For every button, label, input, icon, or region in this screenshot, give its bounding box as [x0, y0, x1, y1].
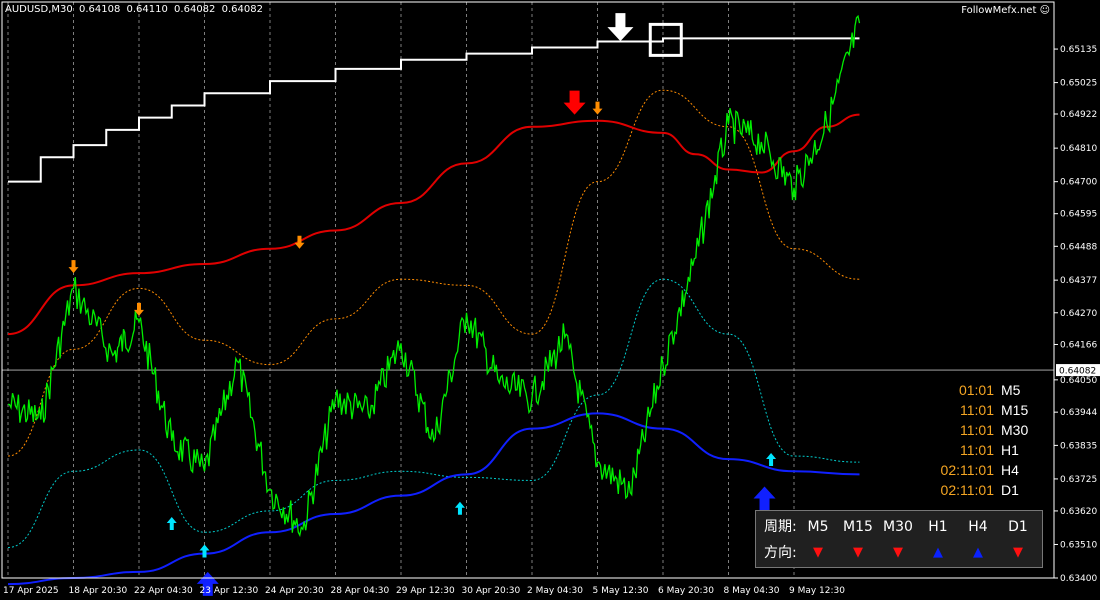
- open-value: 0.64108: [78, 4, 121, 15]
- chart-header: AUDUSD,M30 0.64108 0.64110 0.64082 0.640…: [5, 4, 266, 15]
- y-tick-label: 0.63725: [1060, 475, 1097, 485]
- period-cell: H4: [968, 519, 988, 535]
- up-triangle-icon: ▲: [933, 545, 943, 560]
- timer-row: 02:11:01 D1: [925, 480, 1055, 500]
- down-triangle-icon: ▼: [813, 545, 823, 560]
- period-cell: M15: [843, 519, 873, 535]
- timer-period: M15: [1001, 402, 1029, 418]
- upper-ma-line: [7, 113, 860, 336]
- current-price-label: 0.64082: [1059, 367, 1096, 377]
- y-tick-label: 0.64700: [1060, 178, 1097, 188]
- timer-time: 02:11:01: [940, 482, 994, 498]
- y-tick-label: 0.63620: [1060, 507, 1097, 517]
- close-value: 0.64082: [221, 4, 263, 15]
- timer-row: 01:01 M5: [925, 380, 1055, 400]
- period-cell: D1: [1008, 519, 1028, 535]
- high-value: 0.64110: [126, 4, 168, 15]
- timer-period: H4: [1001, 462, 1019, 478]
- timer-row: 02:11:01 H4: [925, 460, 1055, 480]
- timer-period: M5: [1001, 382, 1021, 398]
- down-signal-arrow: [592, 101, 603, 115]
- chart-axes: 17 Apr 2025 18 Apr 20:30 22 Apr 04:30 23 Ap…: [1, 1, 1100, 596]
- up-signal-arrow: [166, 517, 177, 531]
- period-cell: M5: [807, 519, 829, 535]
- up-signal-arrow: [199, 544, 210, 558]
- timer-row: 11:01 M30: [925, 420, 1055, 440]
- period-label: 周期:: [764, 519, 797, 535]
- step-line: [8, 37, 860, 183]
- chart-grid: [7, 2, 795, 578]
- period-cell: M30: [883, 519, 913, 535]
- x-tick-label: 6 May 20:30: [658, 586, 714, 596]
- chart-markers: [68, 13, 777, 596]
- direction-label: 方向:: [764, 545, 797, 561]
- direction-row: 方向: ▼ ▼ ▼ ▲ ▲ ▼: [764, 542, 1034, 564]
- timer-period: H1: [1001, 442, 1019, 458]
- x-tick-label: 28 Apr 04:30: [331, 586, 390, 596]
- top-down-arrow: [607, 13, 634, 42]
- y-tick-label: 0.64166: [1060, 340, 1097, 350]
- period-cell: H1: [928, 519, 948, 535]
- x-tick-label: 22 Apr 04:30: [134, 586, 193, 596]
- period-row: 周期: M5 M15 M30 H1 H4 D1: [764, 516, 1034, 538]
- y-tick-label: 0.63944: [1060, 408, 1097, 418]
- y-tick-label: 0.64050: [1060, 376, 1097, 386]
- up-signal-arrow: [766, 453, 777, 467]
- y-tick-label: 0.64810: [1060, 144, 1097, 154]
- brand-label: FollowMefx.net ☺: [961, 5, 1050, 16]
- timer-time: 11:01: [960, 422, 994, 438]
- timer-time: 11:01: [960, 402, 994, 418]
- y-tick-label: 0.64488: [1060, 242, 1097, 252]
- x-tick-label: 9 May 12:30: [789, 586, 845, 596]
- y-tick-label: 0.64595: [1060, 210, 1097, 220]
- timer-list: 01:01 M5 11:01 M15 11:01 M30 11:01 H1 02:11:01 H4…: [925, 380, 1055, 500]
- timer-time: 01:01: [958, 382, 994, 398]
- x-tick-label: 2 May 04:30: [527, 586, 583, 596]
- timer-time: 02:11:01: [940, 462, 994, 478]
- up-triangle-icon: ▲: [973, 545, 983, 560]
- down-triangle-icon: ▼: [853, 545, 863, 560]
- direction-panel: 周期: M5 M15 M30 H1 H4 D1 方向: ▼ ▼ ▼ ▲ ▲ ▼: [755, 510, 1043, 568]
- y-tick-label: 0.65025: [1060, 79, 1097, 89]
- x-tick-label: 5 May 12:30: [593, 586, 649, 596]
- x-tick-label: 29 Apr 12:30: [396, 586, 455, 596]
- timer-row: 11:01 M15: [925, 400, 1055, 420]
- y-tick-label: 0.64377: [1060, 276, 1097, 286]
- down-triangle-icon: ▼: [1013, 545, 1023, 560]
- x-tick-label: 23 Apr 12:30: [200, 586, 259, 596]
- timer-time: 11:01: [960, 442, 994, 458]
- timer-period: M30: [1001, 422, 1029, 438]
- big-up-arrow: [753, 486, 776, 511]
- y-tick-label: 0.63835: [1060, 441, 1097, 451]
- x-tick-label: 30 Apr 20:30: [462, 586, 521, 596]
- down-signal-arrow: [68, 260, 79, 274]
- x-tick-label: 24 Apr 20:30: [265, 586, 324, 596]
- y-tick-label: 0.64922: [1060, 110, 1097, 120]
- smiley-icon: ☺: [1036, 5, 1050, 16]
- y-tick-label: 0.65135: [1060, 45, 1097, 55]
- up-signal-arrow: [454, 501, 465, 515]
- y-tick-label: 0.63400: [1060, 574, 1097, 584]
- symbol-label: AUDUSD,M30: [5, 4, 73, 15]
- x-tick-label: 8 May 04:30: [724, 586, 780, 596]
- timer-period: D1: [1001, 482, 1019, 498]
- x-tick-label: 17 Apr 2025: [3, 586, 59, 596]
- box-marker: [648, 22, 683, 57]
- price-line: [7, 14, 861, 538]
- down-triangle-icon: ▼: [893, 545, 903, 560]
- low-value: 0.64082: [174, 4, 216, 15]
- envelope-lower-line: [7, 278, 860, 549]
- plot-frame: [1, 1, 1055, 579]
- big-down-arrow: [563, 90, 586, 115]
- chart-series: [2, 14, 1054, 586]
- y-tick-label: 0.63510: [1060, 540, 1097, 550]
- timer-row: 11:01 H1: [925, 440, 1055, 460]
- y-tick-label: 0.64270: [1060, 309, 1097, 319]
- x-tick-label: 18 Apr 20:30: [69, 586, 128, 596]
